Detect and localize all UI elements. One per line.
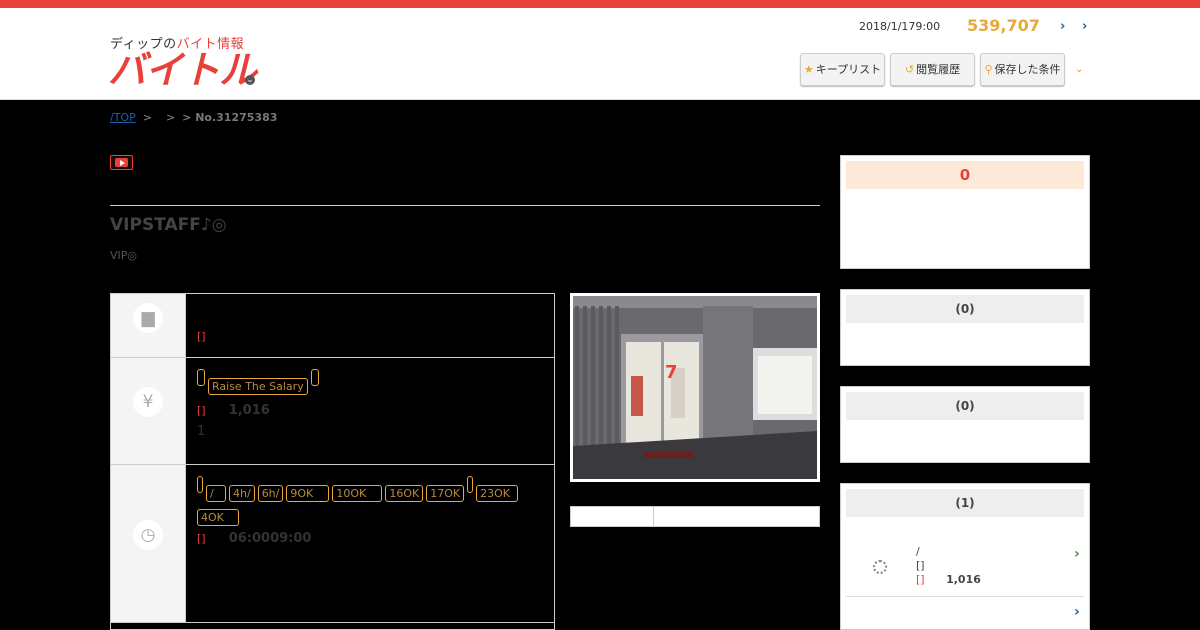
- time-tags: /4h/6h/9OK 10OK 16OK 17OK 23OK4OK: [197, 476, 537, 530]
- photo-caption-table: [570, 506, 820, 527]
- job-count: 539,707: [967, 16, 1040, 35]
- loading-spinner-icon: [873, 560, 887, 574]
- info-row-work: ▆ []: [111, 294, 554, 358]
- info-row-pay: ¥ Raise The Salary [] 1,016 1: [111, 358, 554, 465]
- sidebar-box-keep: 0: [840, 155, 1090, 269]
- breadcrumb: /TOP > > > No.31275383: [110, 111, 278, 124]
- job-info-table: ▆ [] ¥ Raise The Salary [] 1,016 1 ◷ /4h…: [110, 293, 555, 630]
- briefcase-icon: ▆: [133, 303, 163, 333]
- work-hours: 06:0009:00: [228, 531, 312, 546]
- pay-amount: 1,016: [228, 403, 270, 418]
- video-icon[interactable]: [110, 155, 133, 170]
- breadcrumb-current: > No.31275383: [182, 111, 278, 124]
- chevron-down-icon[interactable]: ⌄: [245, 75, 255, 85]
- history-icon: ↺: [904, 63, 915, 76]
- chevron-right-icon[interactable]: ›: [1074, 546, 1080, 562]
- keep-list-button[interactable]: ★ キープリスト: [800, 53, 885, 86]
- chevron-right-icon[interactable]: ›: [1074, 604, 1080, 620]
- job-subtitle: VIP◎: [110, 249, 138, 262]
- search-icon: ⚲: [984, 63, 993, 76]
- keep-count: 0: [846, 161, 1084, 189]
- store-photo[interactable]: 7: [570, 293, 820, 482]
- site-header: ディップのバイト情報 バイトル ⌄ 2018/1/179:00 539,707 …: [0, 8, 1200, 100]
- history-button[interactable]: ↺ 閲覧履歴: [890, 53, 975, 86]
- clock-icon: ◷: [133, 520, 163, 550]
- info-row-time: ◷ /4h/6h/9OK 10OK 16OK 17OK 23OK4OK [] 06:00…: [111, 465, 554, 623]
- badge: [197, 369, 205, 386]
- star-icon: ★: [803, 63, 814, 76]
- top-accent-bar: [0, 0, 1200, 8]
- site-logo[interactable]: バイトル: [108, 50, 257, 90]
- chevron-down-icon[interactable]: ⌄: [1075, 64, 1083, 75]
- sidebar-pay-amount: 1,016: [946, 573, 981, 586]
- svg-text:7: 7: [665, 362, 678, 383]
- yen-icon: ¥: [133, 387, 163, 417]
- sidebar-box-4: (1) / [] [] 1,016 › ›: [840, 483, 1090, 630]
- saved-search-button[interactable]: ⚲ 保存した条件: [980, 53, 1065, 86]
- raise-salary-badge: Raise The Salary: [208, 378, 308, 395]
- chevron-right-icon[interactable]: ›: [1082, 19, 1087, 34]
- job-title: VIPSTAFF♪◎: [110, 215, 227, 235]
- sidebar-box-2: (0): [840, 289, 1090, 366]
- chevron-right-icon[interactable]: ›: [1060, 19, 1065, 34]
- sidebar-box-3: (0): [840, 386, 1090, 463]
- update-date: 2018/1/179:00: [859, 20, 941, 33]
- breadcrumb-top-link[interactable]: /TOP: [110, 111, 136, 124]
- badge: [310, 369, 319, 386]
- title-divider: [110, 205, 820, 206]
